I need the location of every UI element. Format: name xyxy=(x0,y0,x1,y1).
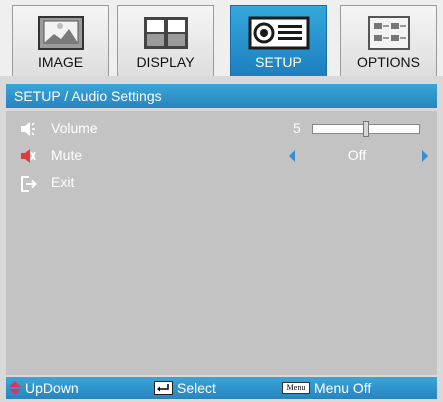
footer-help-bar: UpDown Select Menu Menu Off xyxy=(6,377,437,399)
volume-slider[interactable] xyxy=(312,121,420,137)
menu-key-icon: Menu xyxy=(282,382,310,394)
tab-setup[interactable]: SETUP xyxy=(230,5,327,76)
tab-image[interactable]: IMAGE xyxy=(12,5,109,76)
speaker-icon xyxy=(21,122,35,136)
volume-value: 5 xyxy=(293,120,301,136)
menu-off-label: Menu Off xyxy=(314,380,372,396)
updown-hint: UpDown xyxy=(8,377,108,399)
exit-row[interactable]: Exit xyxy=(6,171,437,195)
tab-setup-label: SETUP xyxy=(255,54,302,70)
mute-label: Mute xyxy=(51,147,83,163)
page-title: SETUP / Audio Settings xyxy=(6,84,437,108)
mute-row[interactable]: Mute Off xyxy=(6,144,437,168)
tab-image-label: IMAGE xyxy=(37,54,84,70)
volume-label: Volume xyxy=(51,120,98,136)
tab-options[interactable]: OPTIONS xyxy=(340,5,437,76)
updown-label: UpDown xyxy=(25,380,79,396)
tab-display-label: DISPLAY xyxy=(136,54,195,70)
tab-options-label: OPTIONS xyxy=(356,54,420,70)
volume-row[interactable]: Volume 5 xyxy=(6,117,437,141)
mute-right-arrow-icon[interactable] xyxy=(422,150,428,162)
tab-display[interactable]: DISPLAY xyxy=(117,5,214,76)
image-icon xyxy=(37,16,84,50)
menu-off-hint: Menu Menu Off xyxy=(282,377,432,399)
volume-slider-thumb[interactable] xyxy=(363,121,369,137)
setup-icon xyxy=(248,16,309,50)
mute-left-arrow-icon[interactable] xyxy=(289,150,295,162)
select-label: Select xyxy=(177,380,216,396)
display-icon xyxy=(143,17,188,49)
mute-speaker-icon xyxy=(21,149,36,163)
exit-label: Exit xyxy=(51,174,75,190)
exit-icon xyxy=(21,176,37,192)
updown-arrows-icon xyxy=(9,381,21,395)
main-menu-tabs: IMAGE DISPLAY SETUP OPTIONS xyxy=(0,0,443,76)
select-hint: Select xyxy=(154,377,254,399)
mute-value: Off xyxy=(347,147,367,163)
settings-panel: Volume 5 Mute Off Exit xyxy=(6,111,437,375)
options-icon xyxy=(367,16,410,50)
enter-key-icon xyxy=(154,381,173,395)
